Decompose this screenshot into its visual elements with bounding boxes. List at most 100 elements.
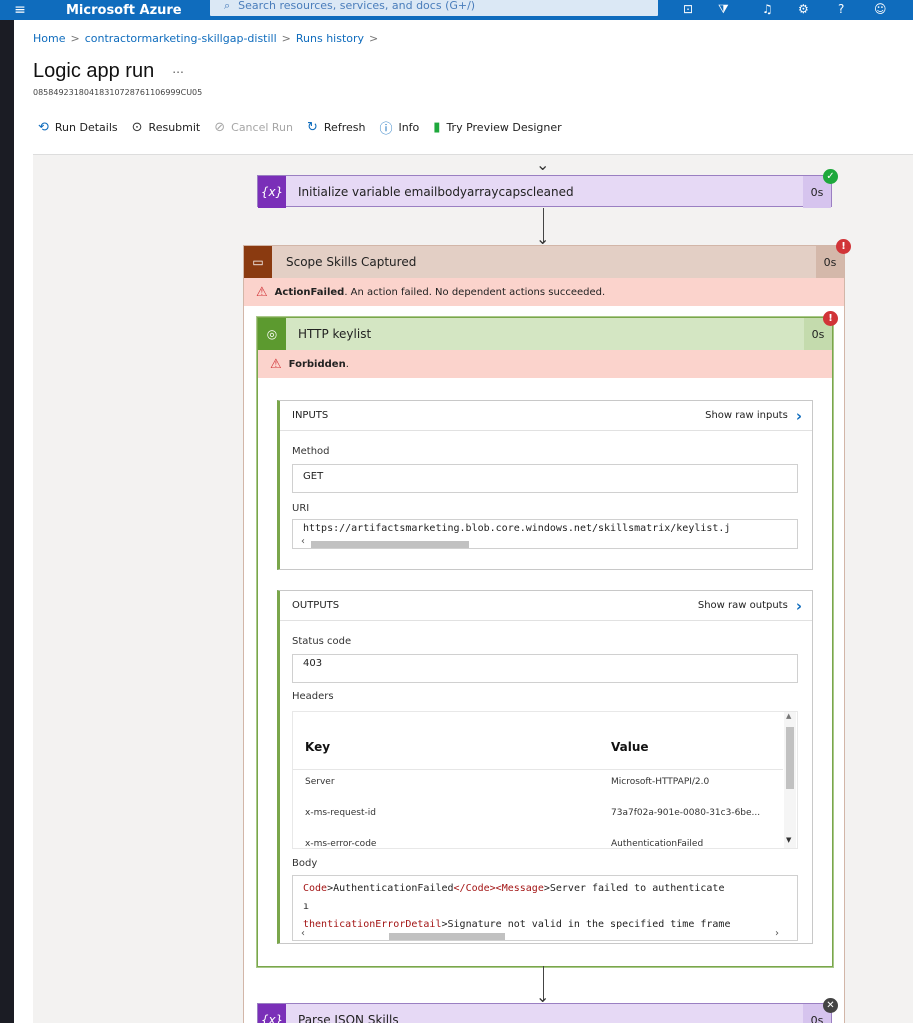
hamburger-icon[interactable]: ≡ [0,2,40,18]
refresh-icon: ↻ [307,120,318,135]
error-badge-icon: ! [823,311,838,326]
info-button[interactable]: ⓘ Info [379,118,419,137]
inputs-header: INPUTS Show raw inputs › [280,401,812,431]
scope-error-bar: ⚠ ActionFailed. An action failed. No dep… [244,278,844,306]
step-parse-json-skills[interactable]: {x} Parse JSON Skills 0s [257,1003,832,1023]
step-label: Scope Skills Captured [286,255,417,269]
desktop-background [0,0,14,1023]
body-label: Body [292,858,318,869]
success-check-icon: ✓ [823,169,838,184]
step-http-keylist[interactable]: ◎ HTTP keylist 0s ⚠ Forbidden. INPUTS Sh… [257,317,833,967]
step-label: Parse JSON Skills [298,1013,399,1023]
error-title: ActionFailed [274,286,345,298]
header-key-cell: Server [305,777,335,787]
chevron-right-icon: > [70,32,80,45]
cancel-run-button[interactable]: ⊘ Cancel Run [214,118,293,137]
page-title: Logic app run... [33,60,184,83]
scroll-right-icon[interactable]: › [775,928,779,939]
scrollbar-thumb[interactable] [389,933,505,940]
uri-horizontal-scrollbar[interactable]: ‹ [293,536,797,548]
try-preview-designer-button[interactable]: ▮ Try Preview Designer [433,118,561,137]
breadcrumb-runs-history[interactable]: Runs history [296,32,364,45]
http-error-bar: ⚠ Forbidden. [258,350,832,378]
outputs-panel: OUTPUTS Show raw outputs › Status code 40… [277,590,813,944]
status-code-label: Status code [292,636,352,647]
step-initialize-variable[interactable]: {x} Initialize variable emailbodyarrayca… [257,175,832,208]
resubmit-icon: ⊙ [131,120,143,135]
body-line: Code>AuthenticationFailed</Code><Message… [303,880,787,898]
info-label: Info [398,121,420,134]
breadcrumb: Home > contractormarketing-skillgap-distil… [33,32,383,45]
scroll-left-icon[interactable]: ‹ [301,928,305,939]
scroll-left-icon[interactable]: ‹ [301,536,305,547]
xml-text: >Server failed to authenticate [543,883,725,894]
warning-icon: ⚠ [270,356,282,372]
run-details-button[interactable]: ⟲ Run Details [38,118,118,137]
page-title-text: Logic app run [33,60,155,82]
scrollbar-thumb[interactable] [311,541,469,548]
refresh-button[interactable]: ↻ Refresh [307,118,365,137]
show-raw-inputs-label: Show raw inputs [705,410,788,421]
breadcrumb-home[interactable]: Home [33,32,65,45]
run-details-label: Run Details [54,121,118,134]
show-raw-inputs-button[interactable]: Show raw inputs › [705,407,802,425]
notifications-icon[interactable]: ♫ [762,2,773,16]
inputs-panel: INPUTS Show raw inputs › Method GET URI h… [277,400,813,570]
http-globe-icon: ◎ [258,318,286,350]
headers-vertical-scrollbar[interactable]: ▲ ▼ [784,712,796,848]
body-line: ı [303,901,310,912]
brand-label[interactable]: Microsoft Azure [40,3,210,18]
body-horizontal-scrollbar[interactable]: ‹ › [293,928,797,940]
skipped-badge-icon: ✕ [823,998,838,1013]
error-title: Forbidden [288,358,346,370]
show-raw-outputs-button[interactable]: Show raw outputs › [698,597,802,615]
chevron-right-icon: › [795,596,802,615]
bookmark-icon: ▮ [433,120,441,135]
error-suffix: . [345,358,349,370]
error-badge-icon: ! [836,239,851,254]
xml-text: >AuthenticationFailed [327,883,454,894]
cancel-icon: ⊘ [214,120,226,135]
help-icon[interactable]: ? [838,2,844,16]
outputs-title: OUTPUTS [292,600,340,611]
method-label: Method [292,446,330,457]
search-input[interactable]: ⌕ Search resources, services, and docs (G… [210,0,658,16]
try-preview-label: Try Preview Designer [446,121,562,134]
variable-icon: {x} [258,1004,286,1023]
settings-icon[interactable]: ⚙ [798,2,809,16]
show-raw-outputs-label: Show raw outputs [697,600,788,611]
scroll-up-icon[interactable]: ▲ [786,712,791,720]
uri-label: URI [292,503,310,514]
xml-tag: thenticationErrorDetail [303,919,442,930]
warning-icon: ⚠ [256,284,268,300]
feedback-icon[interactable]: ☺ [874,2,887,16]
breadcrumb-app[interactable]: contractormarketing-skillgap-distill [85,32,277,45]
run-canvas[interactable]: ⌄ {x} Initialize variable emailbodyarray… [33,154,913,1023]
scroll-down-icon[interactable]: ▼ [786,836,791,844]
more-options-button[interactable]: ... [172,60,184,76]
row-divider [293,769,783,770]
cloud-shell-icon[interactable]: ⊡ [683,2,693,16]
xml-tag: Code [303,883,328,894]
refresh-label: Refresh [323,121,366,134]
step-label: Initialize variable emailbodyarraycapscl… [298,185,574,199]
resubmit-label: Resubmit [148,121,201,134]
headers-label: Headers [292,691,334,702]
chevron-down-icon: ⌄ [536,155,550,174]
azure-top-bar: ≡ Microsoft Azure ⌕ Search resources, ser… [0,0,913,20]
uri-value: https://artifactsmarketing.blob.core.win… [303,523,731,534]
header-value-cell: AuthenticationFailed [611,839,704,849]
search-placeholder: Search resources, services, and docs (G+… [238,0,476,12]
main-page: Home > contractormarketing-skillgap-distil… [14,20,913,1023]
resubmit-button[interactable]: ⊙ Resubmit [132,118,201,137]
xml-tag: </Code><Message [453,883,544,894]
xml-text: >Signature not valid in the specified ti… [441,919,731,930]
error-message: . An action failed. No dependent actions… [344,286,606,298]
scope-icon: ▭ [244,246,272,278]
directory-filter-icon[interactable]: ⧩ [718,2,729,17]
history-icon: ⟲ [38,120,49,135]
variable-icon: {x} [258,176,286,208]
chevron-right-icon: > [369,32,379,45]
headers-table: Key Value Server Microsoft-HTTPAPI/2.0 x… [292,711,798,849]
scrollbar-thumb[interactable] [786,727,794,789]
